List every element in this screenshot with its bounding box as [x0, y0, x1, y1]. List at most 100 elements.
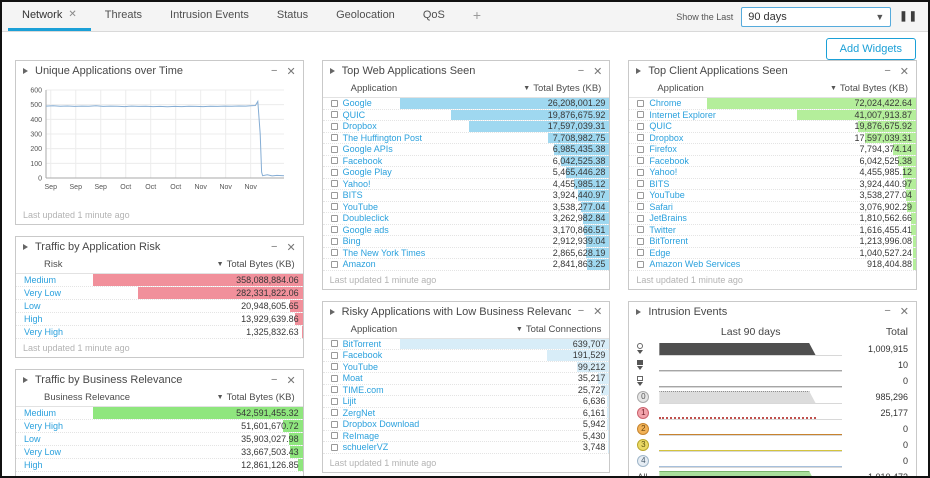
column-header-label[interactable]: Application — [351, 324, 397, 335]
row-link[interactable]: The New York Times — [343, 248, 426, 258]
column-header-sort[interactable]: ▼ Total Bytes (KB) — [830, 83, 908, 94]
collapse-arrow-icon[interactable] — [329, 68, 335, 74]
tab-close-icon[interactable]: ✕ — [68, 2, 76, 29]
row-checkbox[interactable] — [330, 351, 338, 359]
row-checkbox[interactable] — [637, 134, 645, 142]
row-link[interactable]: Google — [343, 98, 372, 108]
row-link[interactable]: ReImage — [343, 431, 380, 441]
row-link[interactable]: Medium — [24, 275, 56, 285]
tab-threats[interactable]: Threats — [91, 2, 156, 31]
row-link[interactable]: Medium — [24, 408, 56, 418]
row-link[interactable]: Dropbox — [649, 133, 683, 143]
row-checkbox[interactable] — [330, 157, 338, 165]
row-checkbox[interactable] — [330, 226, 338, 234]
row-link[interactable]: Low — [24, 301, 41, 311]
row-checkbox[interactable] — [637, 168, 645, 176]
column-header-sort[interactable]: ▼ Total Bytes (KB) — [217, 392, 295, 403]
row-checkbox[interactable] — [330, 260, 338, 268]
row-link[interactable]: ZergNet — [343, 408, 376, 418]
row-link[interactable]: Internet Explorer — [649, 110, 716, 120]
row-link[interactable]: Facebook — [649, 156, 689, 166]
row-checkbox[interactable] — [637, 214, 645, 222]
minimize-icon[interactable]: − — [271, 65, 277, 78]
minimize-icon[interactable]: − — [578, 305, 584, 318]
tab-network[interactable]: Network ✕ — [8, 2, 91, 31]
collapse-arrow-icon[interactable] — [636, 68, 642, 74]
tab-geolocation[interactable]: Geolocation — [322, 2, 409, 31]
time-range-select[interactable]: 90 days ▼ — [741, 6, 892, 27]
row-link[interactable]: QUIC — [343, 110, 366, 120]
close-icon[interactable]: ✕ — [900, 65, 909, 78]
row-checkbox[interactable] — [330, 145, 338, 153]
row-link[interactable]: TIME.com — [343, 385, 384, 395]
row-checkbox[interactable] — [637, 157, 645, 165]
row-checkbox[interactable] — [637, 191, 645, 199]
row-checkbox[interactable] — [330, 397, 338, 405]
close-icon[interactable]: ✕ — [286, 65, 295, 78]
row-link[interactable]: Facebook — [343, 156, 383, 166]
column-header-sort[interactable]: ▼ Total Bytes (KB) — [523, 83, 601, 94]
row-checkbox[interactable] — [637, 203, 645, 211]
row-link[interactable]: Very High — [24, 327, 63, 337]
column-header-label[interactable]: Application — [657, 83, 703, 94]
row-link[interactable]: YouTube — [343, 362, 378, 372]
row-link[interactable]: Very Low — [24, 447, 61, 457]
row-link[interactable]: Lijit — [343, 396, 357, 406]
row-link[interactable]: Edge — [649, 248, 670, 258]
close-icon[interactable]: ✕ — [900, 305, 909, 318]
add-tab-button[interactable]: + — [459, 2, 495, 31]
close-icon[interactable]: ✕ — [286, 241, 295, 254]
minimize-icon[interactable]: − — [271, 241, 277, 254]
row-link[interactable]: BitTorrent — [343, 339, 382, 349]
row-link[interactable]: BITS — [649, 179, 669, 189]
row-checkbox[interactable] — [330, 191, 338, 199]
add-widgets-button[interactable]: Add Widgets — [825, 38, 916, 60]
row-link[interactable]: Google APIs — [343, 144, 393, 154]
row-checkbox[interactable] — [330, 432, 338, 440]
row-link[interactable]: Dropbox — [343, 121, 377, 131]
minimize-icon[interactable]: − — [884, 305, 890, 318]
row-checkbox[interactable] — [637, 249, 645, 257]
row-checkbox[interactable] — [637, 111, 645, 119]
row-link[interactable]: Yahoo! — [649, 167, 677, 177]
row-link[interactable]: Dropbox Download — [343, 419, 420, 429]
close-icon[interactable]: ✕ — [593, 65, 602, 78]
row-checkbox[interactable] — [330, 111, 338, 119]
tab-intrusion-events[interactable]: Intrusion Events — [156, 2, 263, 31]
row-link[interactable]: High — [24, 460, 43, 470]
minimize-icon[interactable]: − — [884, 65, 890, 78]
row-checkbox[interactable] — [330, 122, 338, 130]
row-checkbox[interactable] — [637, 145, 645, 153]
row-link[interactable]: BitTorrent — [649, 236, 688, 246]
row-checkbox[interactable] — [330, 420, 338, 428]
column-header-sort[interactable]: ▼ Total Bytes (KB) — [217, 259, 295, 270]
row-link[interactable]: Bing — [343, 236, 361, 246]
row-link[interactable]: YouTube — [649, 190, 684, 200]
row-link[interactable]: QUIC — [649, 121, 672, 131]
row-checkbox[interactable] — [330, 340, 338, 348]
row-link[interactable]: Low — [24, 434, 41, 444]
row-checkbox[interactable] — [330, 363, 338, 371]
row-link[interactable]: Amazon Web Services — [649, 259, 740, 269]
row-checkbox[interactable] — [330, 409, 338, 417]
row-link[interactable]: Facebook — [343, 350, 383, 360]
row-checkbox[interactable] — [330, 443, 338, 451]
row-checkbox[interactable] — [330, 99, 338, 107]
row-link[interactable]: Very Low — [24, 288, 61, 298]
row-link[interactable]: JetBrains — [649, 213, 687, 223]
tab-qos[interactable]: QoS — [409, 2, 459, 31]
row-link[interactable]: The Huffington Post — [343, 133, 422, 143]
row-checkbox[interactable] — [637, 99, 645, 107]
column-header-label[interactable]: Application — [351, 83, 397, 94]
column-header-sort[interactable]: ▼ Total Connections — [516, 324, 601, 335]
collapse-arrow-icon[interactable] — [23, 377, 28, 383]
row-link[interactable]: Twitter — [649, 225, 676, 235]
close-icon[interactable]: ✕ — [593, 305, 602, 318]
row-link[interactable]: schuelerVZ — [343, 442, 389, 452]
row-checkbox[interactable] — [637, 122, 645, 130]
minimize-icon[interactable]: − — [578, 65, 584, 78]
row-checkbox[interactable] — [330, 134, 338, 142]
close-icon[interactable]: ✕ — [286, 374, 295, 387]
row-checkbox[interactable] — [330, 386, 338, 394]
row-checkbox[interactable] — [330, 168, 338, 176]
